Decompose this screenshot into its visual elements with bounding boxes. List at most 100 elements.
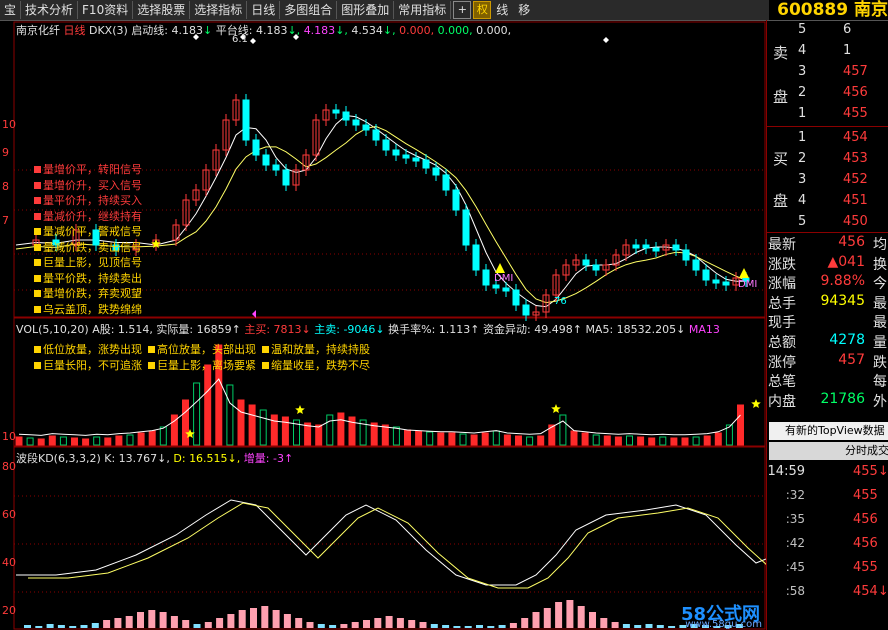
level-number: 5: [798, 214, 807, 229]
plus-icon[interactable]: +: [453, 1, 472, 19]
stat-label-right: 最: [873, 295, 887, 312]
kd-inc: 增量: -3↑: [243, 452, 294, 465]
start-value: 4.183: [171, 24, 204, 37]
kd-k: K: 13.767↓,: [104, 452, 170, 465]
menu-select-indicator[interactable]: 选择指标: [190, 1, 248, 19]
diamond-icon: [250, 38, 256, 44]
kd-hist-bar: [419, 622, 427, 628]
volume-bar: [470, 434, 478, 446]
signal-item: 量增价升，买入信号: [34, 178, 142, 194]
dmi-label: DMI: [494, 273, 514, 284]
stat-label-right: 今: [873, 276, 887, 293]
tick-row: :42 456: [767, 536, 888, 558]
tick-row: :32 455: [767, 488, 888, 510]
volume-bar: [659, 436, 667, 446]
signal-item: 量减价平，警戒信号: [34, 224, 142, 240]
ma-value-2: 4.534: [351, 24, 383, 37]
volume-bar: [137, 432, 145, 446]
tick-price: 456: [853, 512, 878, 527]
signal-square-icon: [34, 290, 41, 297]
menu-daily[interactable]: 日线: [247, 1, 281, 19]
stat-label: 涨幅: [768, 276, 796, 293]
kd-hist-bar: [408, 620, 416, 628]
axis-label: 40: [2, 556, 16, 569]
kd-panel-frame: [13, 446, 766, 630]
star-icon: [751, 399, 761, 408]
tab-tick-trades[interactable]: 分时成交: [769, 442, 888, 460]
menu-overlay[interactable]: 图形叠加: [337, 1, 395, 19]
stat-label: 现手: [768, 315, 796, 332]
kd-hist-bar: [306, 622, 314, 628]
stock-name: 南京化纤: [16, 24, 60, 37]
triangle-icon: [495, 263, 505, 273]
level-price: 457: [843, 64, 868, 79]
volume-bar: [648, 437, 656, 446]
stat-row: 总笔 每: [767, 371, 888, 391]
volume-bar: [626, 435, 633, 446]
candle-body: [432, 167, 440, 176]
stat-row: 现手 最: [767, 312, 888, 332]
vol-legend-text: 低位放量，涨势出现: [43, 343, 142, 356]
candle-body: [242, 99, 250, 141]
vol-legend-text: 缩量收星，跌势不尽: [271, 359, 370, 372]
volume-bar: [59, 436, 67, 446]
kd-hist-bar: [80, 625, 88, 628]
menu-common-indicators[interactable]: 常用指标: [394, 1, 452, 19]
stat-value: 21786: [820, 390, 865, 407]
candle-body: [282, 169, 290, 186]
signal-text: 量平价升，持续买入: [43, 194, 142, 207]
volume-bar: [481, 432, 489, 446]
candle-body: [412, 157, 420, 162]
toggle-yi[interactable]: 移: [513, 1, 535, 19]
level-price: 453: [843, 151, 868, 166]
level-price: 454: [843, 130, 868, 145]
menu-f10[interactable]: F10资料: [78, 1, 134, 19]
kd-hist-bar: [329, 625, 337, 628]
level-price: 451: [843, 193, 868, 208]
kd-hist-bar: [521, 618, 529, 628]
kd-hist-bar: [35, 626, 43, 628]
ma-value-3: 0.000,: [399, 24, 435, 37]
indicator-name: DKX(3): [89, 24, 128, 37]
signal-square-icon: [34, 197, 41, 204]
tick-row: 14:59 455↓: [767, 464, 888, 486]
volume-bar: [415, 430, 423, 446]
menu-tech-analysis[interactable]: 技术分析: [21, 1, 79, 19]
candle-body: [702, 269, 710, 281]
volume-bar: [182, 399, 189, 446]
kd-hist-bar: [645, 624, 653, 628]
vol-actual: 实际量: 16859↑: [156, 323, 241, 336]
menu-select-stock[interactable]: 选择股票: [133, 1, 191, 19]
kd-hist-bar: [634, 625, 642, 628]
ask-row: 1 455: [767, 106, 888, 124]
topview-notice[interactable]: 有新的TopView数据: [769, 422, 888, 440]
volume-bar: [348, 416, 356, 446]
volume-bar: [448, 432, 456, 446]
tick-price: 455: [853, 488, 878, 503]
volume-bar: [581, 432, 589, 446]
kd-hist-bar: [159, 612, 167, 628]
kd-hist-bar: [622, 624, 630, 628]
candle-body: [692, 259, 700, 271]
candle-body: [652, 247, 660, 252]
kd-hist-bar: [476, 625, 483, 628]
toggle-quan[interactable]: 权: [473, 1, 492, 19]
kd-hist-bar: [295, 618, 303, 628]
chart-area[interactable]: 10 9 8 7 10 80 60 40 20 南京化纤 日线 DKX(3) 启…: [0, 20, 766, 630]
low-price-label: 76: [554, 296, 567, 307]
menu-multi-chart[interactable]: 多图组合: [280, 1, 338, 19]
volume-bar: [315, 424, 323, 446]
candle-body: [252, 139, 260, 156]
kd-hist-bar: [317, 624, 325, 628]
star-icon: [295, 405, 305, 414]
toggle-xian[interactable]: 线: [491, 1, 513, 19]
volume-bar: [537, 435, 545, 446]
level-number: 2: [798, 151, 807, 166]
kd-hist-bar: [250, 608, 257, 628]
candle-body: [642, 244, 650, 249]
stat-value: 94345: [820, 292, 865, 309]
vol-header: VOL(5,10,20) A股: 1.514, 实际量: 16859↑ 主买: …: [16, 321, 720, 337]
kd-hist-bar: [57, 625, 65, 628]
signal-item: 量减价升，继续持有: [34, 209, 142, 225]
menu-bao[interactable]: 宝: [0, 1, 22, 19]
